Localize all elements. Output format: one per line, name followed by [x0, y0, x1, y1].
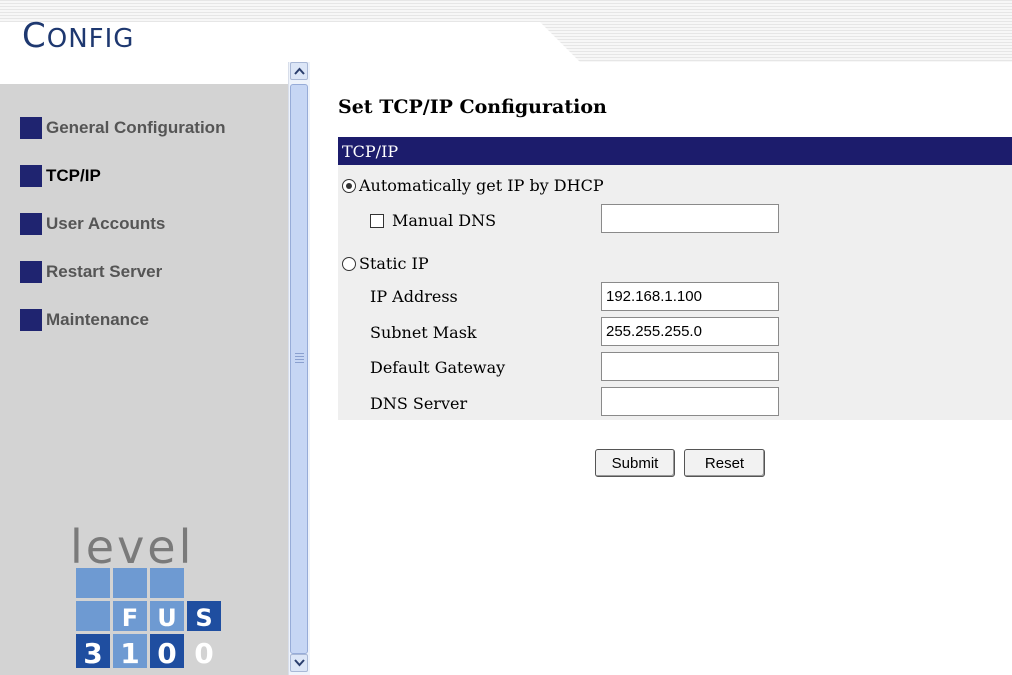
dns-server-label: DNS Server — [370, 394, 468, 413]
nav-square-icon — [20, 165, 42, 187]
nav-square-icon — [20, 261, 42, 283]
scroll-down-button[interactable] — [290, 654, 308, 672]
logo-letter-s: S — [195, 604, 212, 632]
reset-button[interactable]: Reset — [684, 449, 765, 477]
static-ip-label: Static IP — [359, 254, 429, 273]
default-gateway-label: Default Gateway — [370, 358, 506, 377]
logo-digit-3: 3 — [83, 637, 102, 670]
subnet-mask-label: Subnet Mask — [370, 323, 477, 342]
logo-digit-0: 0 — [157, 637, 176, 670]
sidebar-item-user-accounts[interactable]: User Accounts — [20, 200, 225, 248]
logo-letter-u: U — [157, 604, 177, 632]
sidebar-item-label: TCP/IP — [46, 166, 101, 185]
config-logo: CONFIG — [22, 16, 134, 56]
logo-letter-f: F — [122, 604, 138, 632]
sidebar-item-label: General Configuration — [46, 118, 226, 137]
dhcp-label: Automatically get IP by DHCP — [359, 176, 604, 195]
manual-dns-option[interactable]: Manual DNS — [370, 211, 496, 230]
ip-address-input[interactable] — [601, 282, 779, 311]
level-brand-logo: level — [70, 524, 220, 570]
default-gateway-input[interactable] — [601, 352, 779, 381]
logo-cell — [76, 568, 110, 598]
nav-square-icon — [20, 309, 42, 331]
submit-button[interactable]: Submit — [595, 449, 675, 477]
sidebar-scrollbar[interactable] — [288, 62, 310, 675]
dhcp-option[interactable]: Automatically get IP by DHCP — [342, 176, 604, 195]
logo-cell — [150, 568, 184, 598]
config-logo-initial: C — [22, 16, 47, 56]
manual-dns-checkbox[interactable] — [370, 213, 384, 228]
fus3100-logo: F U S 3 1 0 0 — [76, 568, 221, 670]
sidebar-item-restart-server[interactable]: Restart Server — [20, 248, 225, 296]
scroll-up-button[interactable] — [290, 62, 308, 80]
logo-digit-0b: 0 — [194, 637, 213, 670]
static-ip-radio[interactable] — [342, 256, 356, 271]
panel-header: TCP/IP — [338, 137, 1012, 165]
config-logo-rest: ONFIG — [46, 24, 135, 54]
page-title: Set TCP/IP Configuration — [338, 96, 607, 118]
sidebar-item-tcp-ip[interactable]: TCP/IP — [20, 152, 225, 200]
header-stripes — [0, 0, 1012, 62]
sidebar-item-general-configuration[interactable]: General Configuration — [20, 104, 225, 152]
subnet-mask-input[interactable] — [601, 317, 779, 346]
manual-dns-input[interactable] — [601, 204, 779, 233]
logo-digit-1: 1 — [120, 637, 139, 670]
sidebar-item-label: Maintenance — [46, 310, 149, 329]
ip-address-label: IP Address — [370, 287, 458, 306]
chevron-down-icon — [294, 659, 305, 667]
logo-cell — [76, 601, 110, 631]
sidebar: General Configuration TCP/IP User Accoun… — [0, 84, 290, 675]
sidebar-item-maintenance[interactable]: Maintenance — [20, 296, 225, 344]
dns-server-input[interactable] — [601, 387, 779, 416]
sidebar-nav: General Configuration TCP/IP User Accoun… — [20, 104, 225, 344]
brand-word: level — [70, 520, 195, 574]
chevron-up-icon — [294, 67, 305, 75]
sidebar-item-label: Restart Server — [46, 262, 163, 281]
static-ip-option[interactable]: Static IP — [342, 254, 429, 273]
dhcp-radio[interactable] — [342, 178, 356, 193]
grip-icon — [295, 353, 304, 365]
scroll-thumb[interactable] — [290, 84, 308, 654]
manual-dns-label: Manual DNS — [392, 211, 497, 230]
nav-square-icon — [20, 213, 42, 235]
nav-square-icon — [20, 117, 42, 139]
header: CONFIG — [0, 0, 1012, 62]
sidebar-item-label: User Accounts — [46, 214, 166, 233]
logo-cell — [113, 568, 147, 598]
